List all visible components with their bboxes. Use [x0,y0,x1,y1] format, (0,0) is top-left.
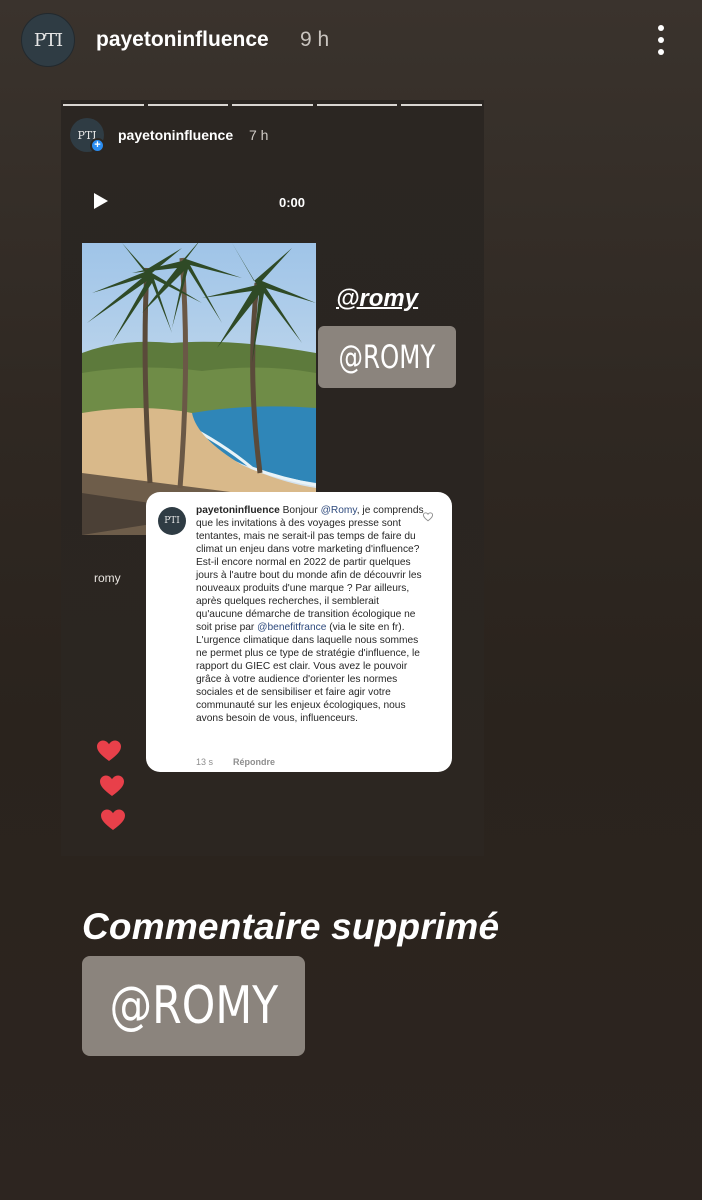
add-story-plus-icon: + [90,138,105,153]
comment-username: payetoninfluence [196,505,280,516]
romy-mention-sticker-small[interactable]: @ROMY [318,326,456,388]
comment-mention-romy[interactable]: @Romy [321,505,357,516]
caption-title: Commentaire supprimé [82,906,500,947]
heart-icon [100,775,124,796]
more-options-button[interactable] [650,25,672,55]
comment-text-part: Bonjour [279,505,321,516]
comment-mention-benefit[interactable]: @benefitfrance [257,622,326,633]
heart-icon [97,740,121,761]
comment-like-heart-icon[interactable] [423,512,433,522]
story-username[interactable]: payetoninfluence [96,28,269,52]
story-timestamp: 9 h [300,28,330,51]
progress-segment [63,104,144,106]
romy-sticker-label: @ROMY [338,338,436,376]
comment-card: PTI payetoninfluence Bonjour @Romy, je c… [146,492,452,772]
comment-text-part: (via le site en fr). L'urgence climatiqu… [196,622,420,724]
profile-avatar[interactable]: PTI [21,13,75,67]
inner-username: payetoninfluence [118,127,234,143]
progress-segment [147,104,229,106]
comment-reply-button[interactable]: Répondre [233,757,275,767]
comment-time: 13 s [196,757,214,767]
play-icon[interactable] [94,193,108,209]
romy-mention-sticker-large[interactable]: @ROMY [82,956,305,1056]
progress-segment [316,104,398,106]
romy-tag-label: romy [94,571,121,585]
avatar-initials: PTI [33,29,63,51]
more-vertical-icon [658,25,664,31]
audio-time: 0:00 [279,195,306,210]
comment-body: payetoninfluence Bonjour @Romy, je compr… [196,504,428,725]
comment-avatar-initials: PTI [164,516,180,526]
inner-timestamp: 7 h [249,127,269,143]
comment-meta: 13 s Répondre [196,757,275,767]
story-progress-bar [63,104,482,107]
progress-segment [401,104,482,106]
heart-icon [101,809,125,830]
progress-segment [232,104,313,106]
romy-sticker-large-label: @ROMY [109,976,278,1036]
romy-mention-text: @romy [336,285,419,312]
comment-avatar: PTI [158,507,186,535]
comment-text-part: , je comprends que les invitations à des… [196,505,424,633]
